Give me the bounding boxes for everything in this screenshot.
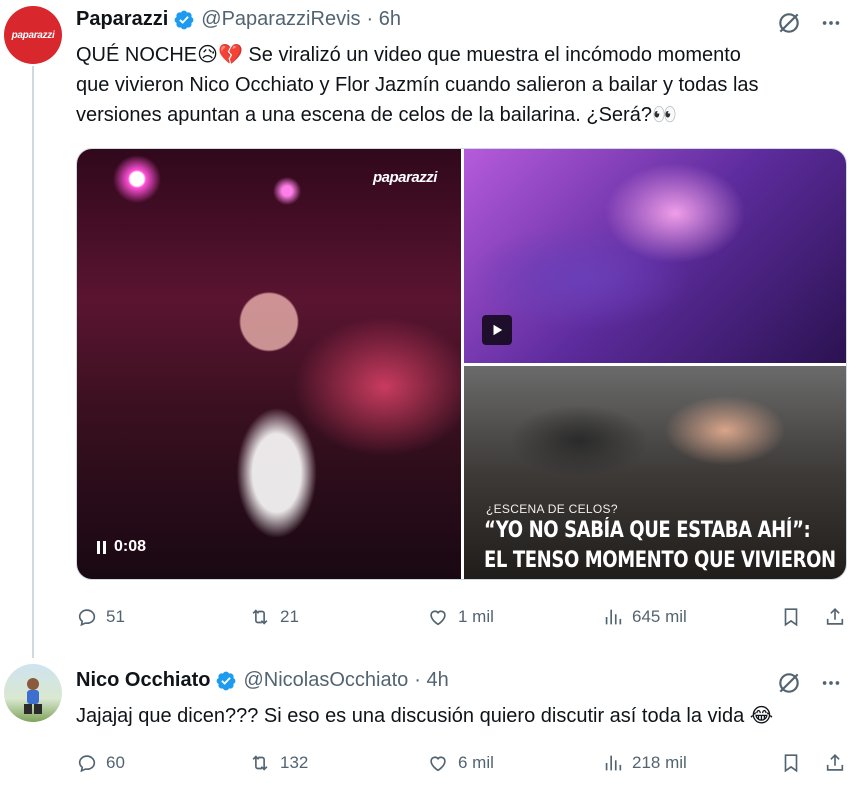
- tweet-time[interactable]: · 4h: [414, 669, 448, 692]
- like-count: 6 mil: [458, 753, 494, 772]
- like-icon: [430, 756, 446, 772]
- image-overlay-headline: EL TENSO MOMENTO QUE VIVIERON: [484, 548, 836, 573]
- reply-button[interactable]: 60: [76, 748, 125, 778]
- avatar-logo-text: paparazzi: [11, 29, 55, 41]
- avatar-paparazzi[interactable]: paparazzi: [4, 6, 62, 64]
- views-button[interactable]: 218 mil: [602, 748, 687, 778]
- retweet-icon: [252, 755, 268, 771]
- reply-count: 51: [106, 607, 125, 626]
- views-button[interactable]: 645 mil: [602, 602, 687, 632]
- tweet-paparazzi[interactable]: paparazzi Paparazzi @PaparazziRevis · 6h…: [0, 0, 858, 658]
- tweet-text-line: versiones apuntan a una escena de celos …: [76, 104, 677, 126]
- tweet-text-line: que vivieron Nico Occhiato y Flor Jazmín…: [76, 74, 759, 96]
- author-name[interactable]: Paparazzi: [76, 8, 168, 31]
- reply-count: 60: [106, 753, 125, 772]
- avatar-nico-occhiato[interactable]: [4, 664, 62, 722]
- header-actions: [776, 10, 842, 36]
- views-icon: [605, 609, 622, 625]
- grok-icon[interactable]: [776, 10, 802, 36]
- tweet-header: Paparazzi @PaparazziRevis · 6h: [76, 8, 401, 31]
- bookmark-button[interactable]: [780, 748, 802, 778]
- avatar-person-icon: [24, 678, 42, 714]
- image-overlay-headline: “YO NO SABÍA QUE ESTABA AHÍ”:: [484, 518, 811, 543]
- retweet-count: 21: [280, 607, 299, 626]
- share-icon: [826, 754, 844, 771]
- retweet-button[interactable]: 132: [248, 748, 308, 778]
- tweet-header: Nico Occhiato @NicolasOcchiato · 4h: [76, 669, 449, 692]
- like-button[interactable]: 6 mil: [426, 748, 494, 778]
- share-button[interactable]: [824, 748, 846, 778]
- like-count: 1 mil: [458, 607, 494, 626]
- tweet-time[interactable]: · 6h: [367, 8, 401, 31]
- video-watermark: paparazzi: [373, 169, 437, 186]
- more-icon[interactable]: [820, 12, 842, 34]
- author-handle[interactable]: @PaparazziRevis: [201, 8, 360, 31]
- video-controls[interactable]: 0:08: [97, 538, 146, 556]
- verified-icon: [217, 671, 236, 690]
- like-button[interactable]: 1 mil: [426, 602, 494, 632]
- views-count: 218 mil: [632, 753, 687, 772]
- video-time: 0:08: [114, 538, 147, 555]
- image-overlay-kicker: ¿ESCENA DE CELOS?: [486, 502, 618, 516]
- retweet-count: 132: [280, 753, 309, 772]
- video-player[interactable]: paparazzi 0:08: [77, 149, 461, 579]
- author-handle[interactable]: @NicolasOcchiato: [243, 669, 408, 692]
- views-count: 645 mil: [632, 607, 687, 626]
- tweet-text: QUÉ NOCHE😥💔 Se viralizó un video que mue…: [76, 40, 846, 130]
- media-grid: paparazzi 0:08 ¿ESCENA DE CELOS? “YO NO …: [76, 148, 847, 580]
- header-actions: [776, 670, 842, 696]
- like-icon: [430, 610, 446, 626]
- bookmark-icon: [784, 608, 798, 627]
- views-icon: [605, 755, 622, 771]
- more-icon[interactable]: [820, 672, 842, 694]
- bookmark-button[interactable]: [780, 602, 802, 632]
- media-image[interactable]: ¿ESCENA DE CELOS? “YO NO SABÍA QUE ESTAB…: [464, 366, 846, 579]
- share-button[interactable]: [824, 602, 846, 632]
- bookmark-icon: [784, 754, 798, 773]
- reply-icon: [78, 609, 96, 627]
- retweet-button[interactable]: 21: [248, 602, 299, 632]
- share-icon: [826, 608, 844, 625]
- thread-line: [32, 66, 34, 658]
- pause-icon[interactable]: [97, 540, 106, 554]
- tweet-actions: 51 21 1 mil 645 mil: [76, 602, 848, 632]
- reply-icon: [78, 755, 96, 773]
- verified-icon: [174, 10, 194, 29]
- tweet-text: Jajajaj que dicen??? Si eso es una discu…: [76, 705, 774, 727]
- play-icon[interactable]: [482, 315, 512, 345]
- retweet-icon: [252, 609, 268, 625]
- grok-icon[interactable]: [776, 670, 802, 696]
- tweet-actions: 60 132 6 mil 218 mil: [76, 748, 848, 778]
- media-video-thumbnail[interactable]: [464, 149, 846, 363]
- tweet-text-line: QUÉ NOCHE😥💔 Se viralizó un video que mue…: [76, 44, 741, 66]
- author-name[interactable]: Nico Occhiato: [76, 669, 210, 692]
- reply-button[interactable]: 51: [76, 602, 125, 632]
